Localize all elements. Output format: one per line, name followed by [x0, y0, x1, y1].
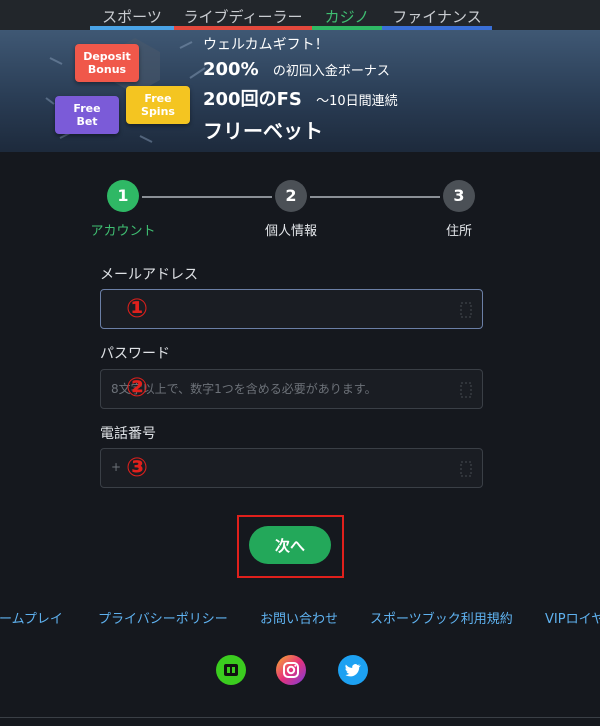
step-label: 個人情報	[264, 224, 317, 239]
registration-stepper: 1 アカウント 2 個人情報 3 住所	[0, 180, 600, 240]
field-handle-icon	[460, 382, 472, 398]
tab-sports[interactable]: スポーツ	[90, 0, 174, 30]
footer-links: ゲームプレイ プライバシーポリシー お問い合わせ スポーツブック利用規約 VIP…	[0, 608, 600, 630]
banner-line-1: 200% の初回入金ボーナス	[203, 56, 398, 86]
annotation-marker-3: ③	[126, 453, 149, 483]
tab-casino[interactable]: カジノ	[312, 0, 382, 30]
twitter-glyph	[345, 664, 361, 677]
tab-live-dealer[interactable]: ライブディーラー	[174, 0, 312, 30]
sportsbook-glyph	[224, 664, 238, 676]
free-spins-badge: Free Spins	[126, 86, 190, 124]
banner-line-2-main: 200回のFS	[203, 89, 302, 110]
top-nav: スポーツ ライブディーラー カジノ ファイナンス	[0, 0, 600, 30]
password-field-wrapper	[100, 369, 483, 409]
tab-finance[interactable]: ファイナンス	[382, 0, 492, 30]
step-number: 3	[443, 180, 475, 212]
tab-sports-label: スポーツ	[102, 8, 162, 26]
step-account: 1 アカウント	[78, 180, 168, 239]
step-personal-info: 2 個人情報	[246, 180, 336, 239]
footer-link-fair-play[interactable]: ゲームプレイ	[0, 608, 63, 627]
field-handle-icon	[460, 302, 472, 318]
instagram-icon[interactable]	[276, 655, 306, 685]
tab-finance-label: ファイナンス	[392, 8, 482, 26]
tab-live-dealer-label: ライブディーラー	[183, 8, 303, 26]
annotation-marker-1: ①	[126, 294, 149, 324]
step-address: 3 住所	[414, 180, 504, 239]
banner-text: ウェルカムギフト！ 200% の初回入金ボーナス 200回のFS 〜10日間連続…	[203, 34, 398, 146]
field-handle-icon	[460, 461, 472, 477]
annotation-marker-2: ②	[126, 373, 149, 403]
banner-line-3: フリーベット	[203, 119, 323, 143]
phone-field[interactable]	[101, 449, 482, 487]
phone-field-wrapper: +	[100, 448, 483, 488]
footer-link-vip[interactable]: VIPロイヤ	[545, 608, 600, 627]
footer-link-sportsbook-terms[interactable]: スポーツブック利用規約	[370, 608, 513, 627]
footer-link-privacy[interactable]: プライバシーポリシー	[98, 608, 228, 627]
banner-line-2: 200回のFS 〜10日間連続	[203, 86, 398, 116]
instagram-glyph	[283, 662, 299, 678]
free-bet-badge: Free Bet	[55, 96, 119, 134]
twitter-icon[interactable]	[338, 655, 368, 685]
email-field-wrapper	[100, 289, 483, 329]
next-button[interactable]: 次へ	[249, 526, 331, 564]
banner-line-1-sub: の初回入金ボーナス	[272, 64, 390, 79]
welcome-banner[interactable]: Deposit Bonus Free Bet Free Spins ウェルカムギフト！…	[0, 30, 600, 152]
tab-casino-label: カジノ	[324, 8, 370, 26]
banner-welcome: ウェルカムギフト！	[203, 37, 329, 53]
banner-line-1-main: 200%	[203, 59, 259, 80]
step-label: 住所	[445, 224, 472, 239]
deposit-bonus-badge: Deposit Bonus	[75, 44, 139, 82]
password-field[interactable]	[101, 370, 482, 408]
footer-link-contact[interactable]: お問い合わせ	[260, 608, 338, 627]
step-label: アカウント	[90, 224, 156, 239]
step-number: 2	[275, 180, 307, 212]
step-number: 1	[107, 180, 139, 212]
phone-label: 電話番号	[100, 426, 156, 442]
page-bottom-divider	[0, 717, 600, 718]
password-label: パスワード	[100, 346, 170, 362]
email-field[interactable]	[101, 290, 482, 328]
sportsbook-icon[interactable]	[216, 655, 246, 685]
banner-line-2-sub: 〜10日間連続	[316, 94, 398, 109]
email-label: メールアドレス	[100, 267, 198, 283]
